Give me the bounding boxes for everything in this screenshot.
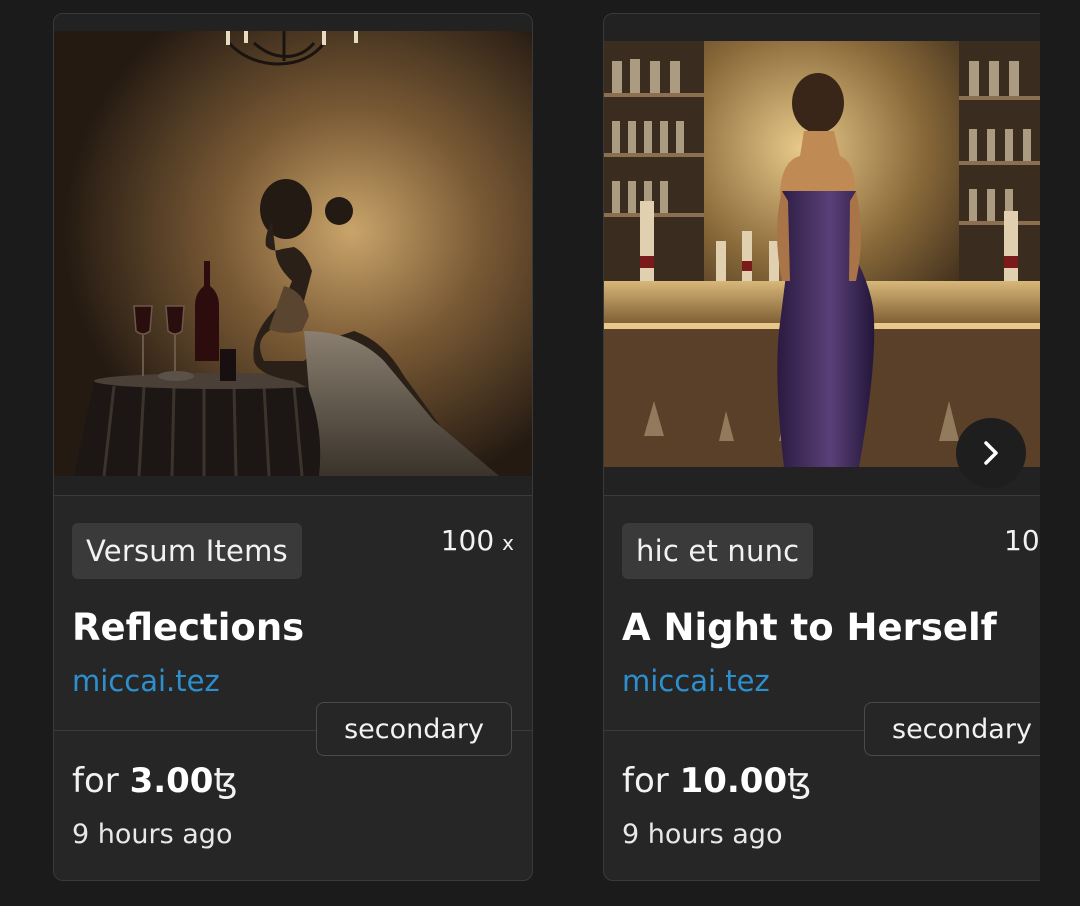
price-amount: 3.00 — [129, 761, 214, 801]
chevron-right-icon — [984, 441, 998, 465]
sale-time: 9 hours ago — [72, 819, 233, 850]
carousel-next-button[interactable] — [956, 418, 1026, 488]
price: for 3.00ꜩ — [72, 761, 238, 801]
tez-currency-icon: ꜩ — [787, 761, 812, 801]
artwork-image[interactable] — [54, 14, 532, 496]
card-divider — [54, 495, 532, 496]
platform-tag[interactable]: hic et nunc — [622, 523, 814, 579]
artwork-painting-a-night-to-herself — [604, 41, 1040, 467]
price: for 10.00ꜩ — [622, 761, 811, 801]
artist-link[interactable]: miccai.tez — [72, 664, 220, 698]
artwork-painting-reflections — [54, 31, 532, 476]
tez-currency-icon: ꜩ — [213, 761, 238, 801]
artist-link[interactable]: miccai.tez — [622, 664, 770, 698]
platform-tag[interactable]: Versum Items — [72, 523, 302, 579]
price-amount: 10.00 — [679, 761, 788, 801]
artwork-title[interactable]: Reflections — [72, 606, 304, 649]
price-prefix: for — [622, 761, 669, 801]
price-prefix: for — [72, 761, 119, 801]
edition-number: 100 — [440, 524, 495, 557]
carousel-viewport: Versum Items 100 x Reflections miccai.tez… — [0, 0, 1040, 906]
edition-count: 100 x — [441, 524, 514, 557]
artwork-title[interactable]: A Night to Herself — [622, 606, 997, 649]
edition-multiplier: x — [502, 531, 514, 555]
card-divider — [604, 495, 1040, 496]
sale-time: 9 hours ago — [622, 819, 783, 850]
edition-count: 10 — [1004, 524, 1040, 557]
artwork-card[interactable]: Versum Items 100 x Reflections miccai.tez… — [53, 13, 533, 881]
edition-number: 10 — [1004, 524, 1040, 557]
sale-type-badge: secondary — [316, 702, 512, 756]
sale-type-badge: secondary — [864, 702, 1040, 756]
